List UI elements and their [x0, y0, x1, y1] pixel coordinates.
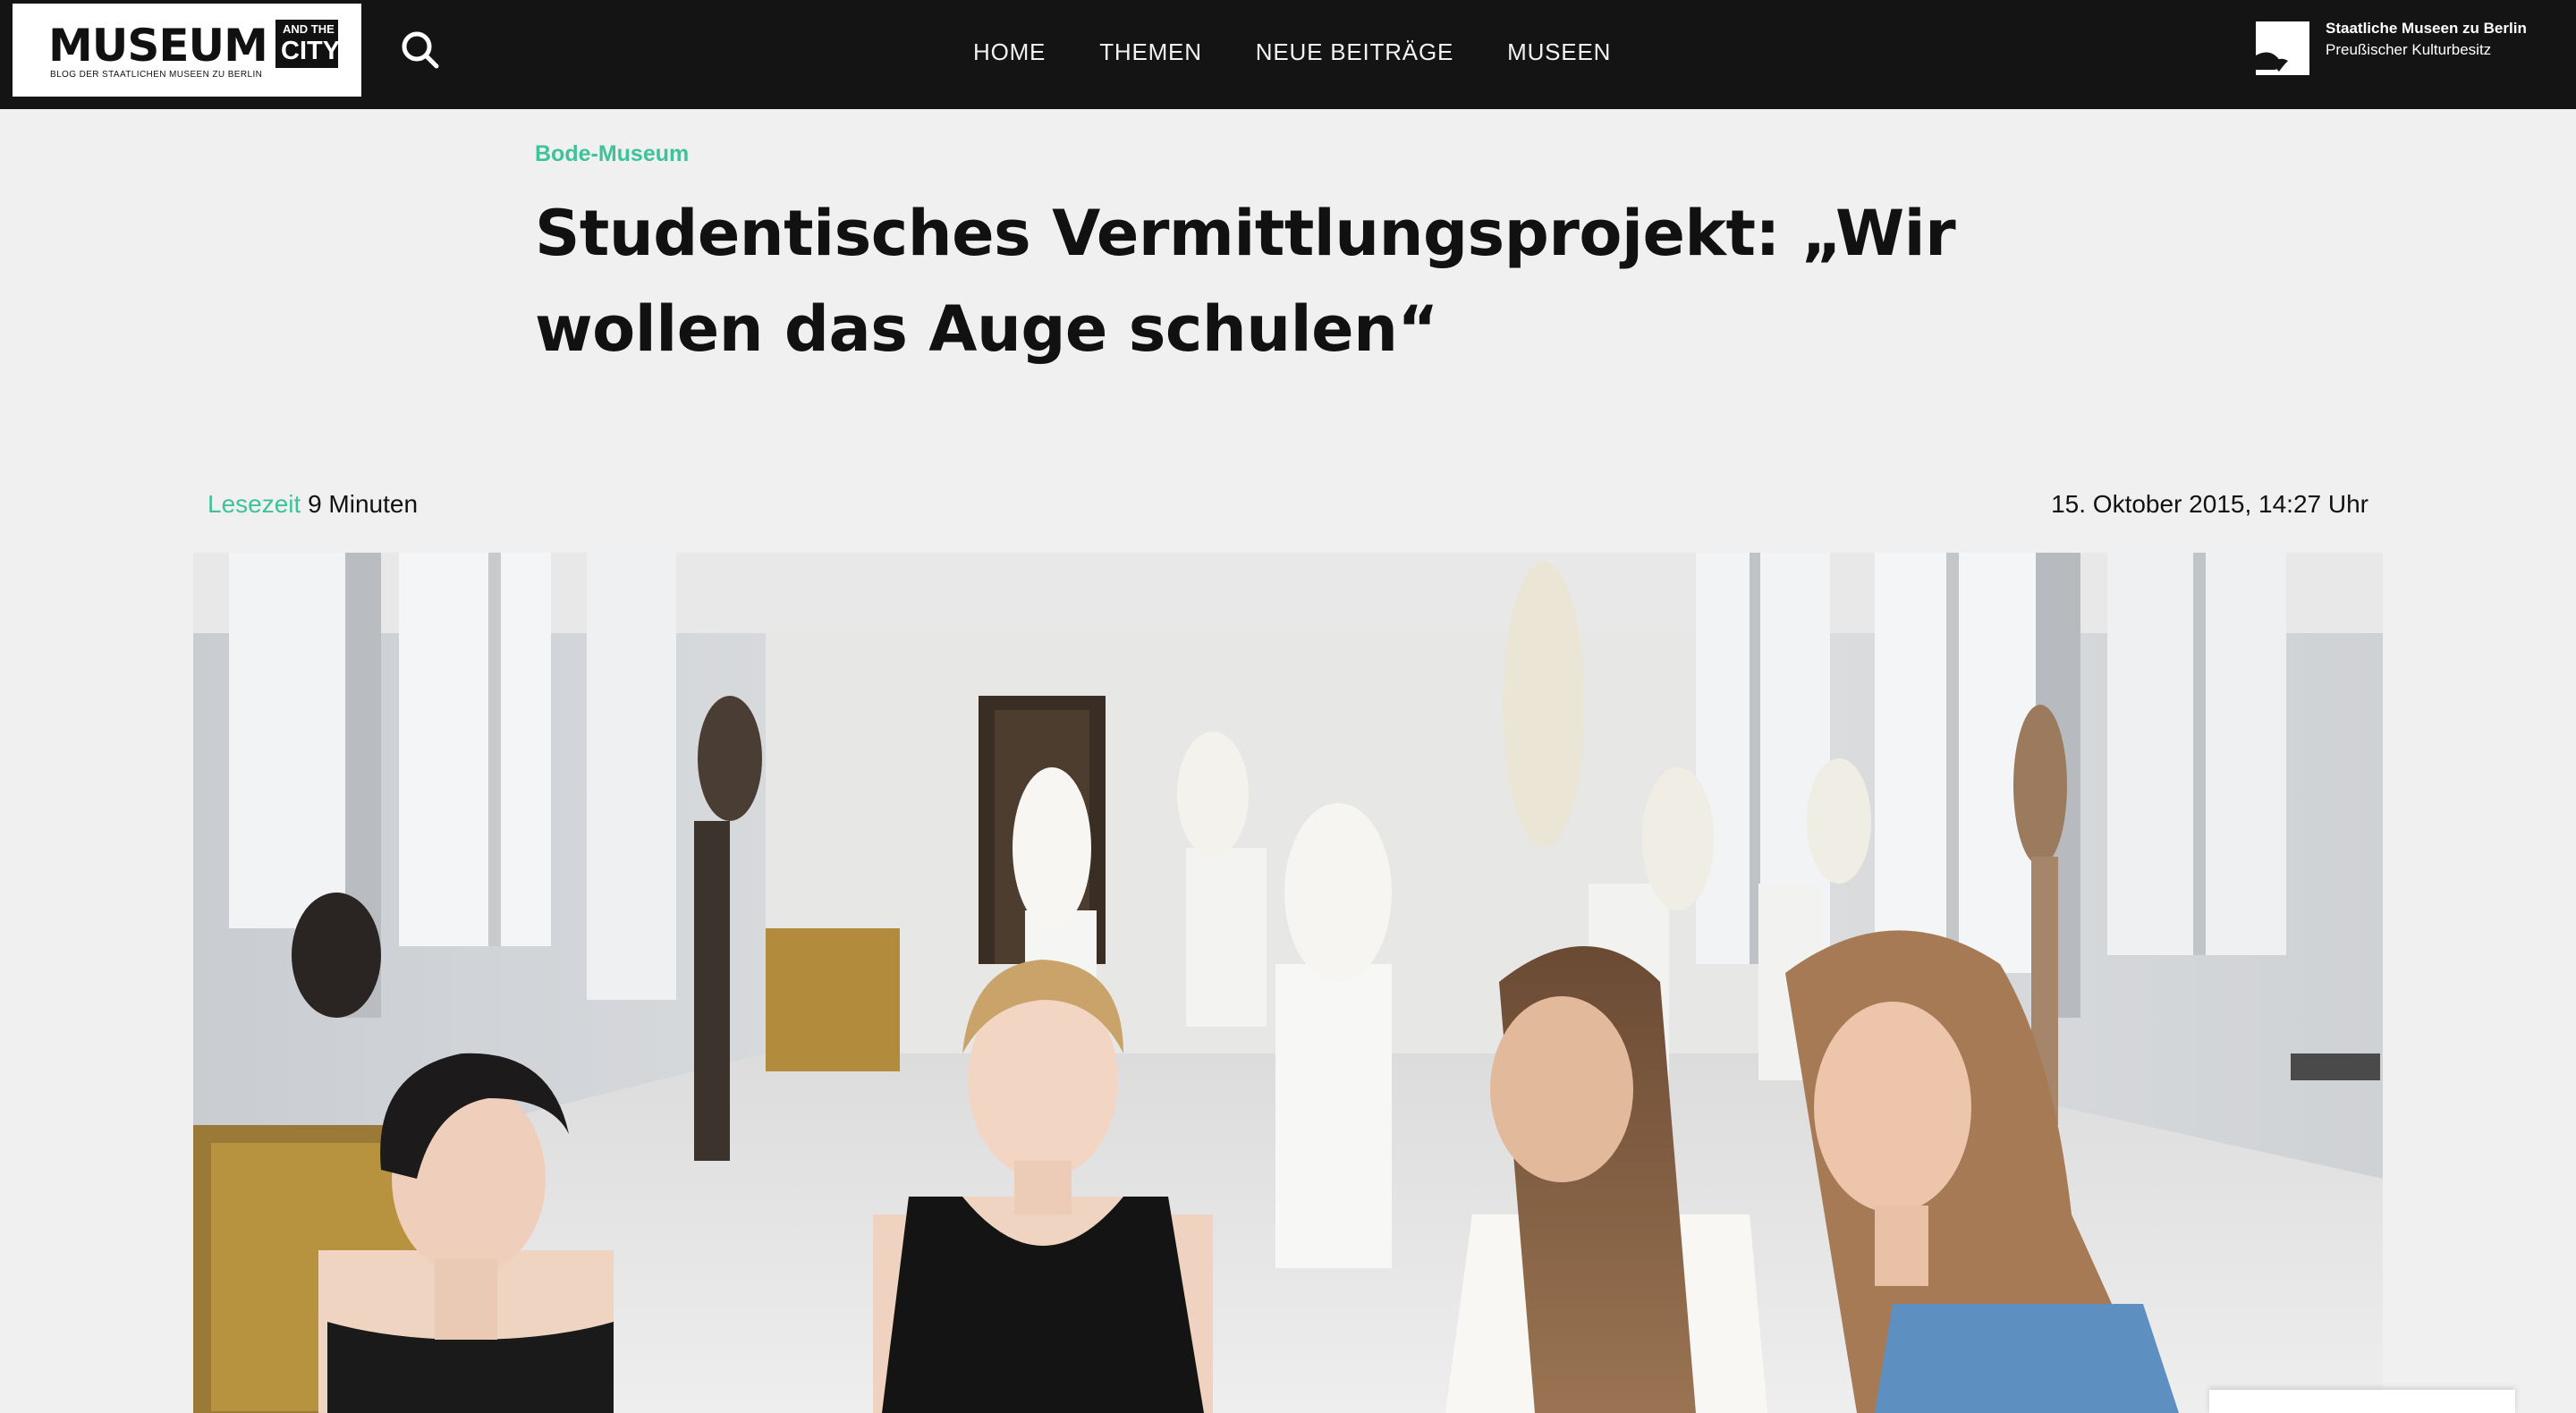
article-category-link[interactable]: Bode-Museum	[535, 141, 689, 167]
site-logo[interactable]: MUSEUM AND THE CITY BLOG DER STAATLICHEN…	[13, 4, 361, 97]
logo-and-the: AND THE	[283, 22, 335, 36]
hero-image	[193, 553, 2383, 1413]
reading-time: Lesezeit 9 Minuten	[208, 490, 418, 519]
smb-subtitle: Preußischer Kulturbesitz	[2326, 41, 2492, 58]
publish-date: 15. Oktober 2015, 14:27 Uhr	[2051, 490, 2368, 518]
logo-city: CITY	[281, 37, 341, 65]
top-navigation-bar: MUSEUM AND THE CITY BLOG DER STAATLICHEN…	[0, 0, 2576, 109]
nav-home[interactable]: HOME	[973, 38, 1046, 66]
search-button[interactable]	[397, 27, 444, 73]
nav-themen[interactable]: THEMEN	[1099, 38, 1202, 66]
logo-tagline: BLOG DER STAATLICHEN MUSEEN ZU BERLIN	[50, 70, 263, 80]
article-title: Studentisches Vermittlungsprojekt: „Wir …	[535, 197, 1956, 366]
logo-wordmark: MUSEUM	[48, 20, 268, 72]
smb-partner-text[interactable]: Staatliche Museen zu Berlin Preußischer …	[2326, 18, 2527, 61]
nav-neue-beitraege[interactable]: NEUE BEITRÄGE	[1256, 38, 1453, 66]
floating-panel-edge	[2209, 1390, 2515, 1413]
reading-time-label: Lesezeit	[208, 490, 301, 518]
smb-name: Staatliche Museen zu Berlin	[2326, 20, 2527, 37]
reading-time-value: 9 Minuten	[308, 490, 419, 518]
main-nav: HOME THEMEN NEUE BEITRÄGE MUSEEN	[973, 32, 1611, 72]
logo-city-badge: AND THE CITY	[275, 20, 341, 68]
nav-museen[interactable]: MUSEEN	[1507, 38, 1611, 66]
search-icon	[402, 31, 439, 69]
smb-logo-icon[interactable]	[2256, 21, 2309, 75]
